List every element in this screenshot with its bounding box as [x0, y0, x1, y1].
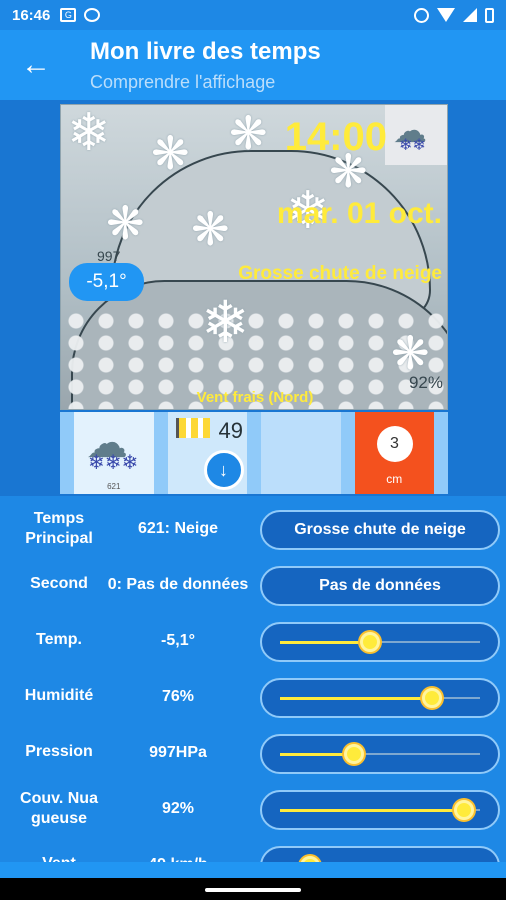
row-label: Temp. — [36, 631, 82, 648]
snowflake-icon: ❋ — [151, 127, 190, 179]
battery-icon — [485, 7, 494, 23]
parameter-row: Humidité 76% — [0, 674, 506, 730]
no-disturb-icon — [84, 8, 101, 22]
weather-preview: ☁ ❄❄ ❄ ❋ ❋ ❋ ❋ ❄ ❋ ❄ ❋ 14:00 mar. 01 oct… — [60, 104, 448, 410]
back-button[interactable]: ← — [18, 48, 54, 84]
home-handle[interactable] — [205, 888, 301, 892]
preview-description: Grosse chute de neige — [238, 263, 442, 284]
preview-time: 14:00 — [284, 115, 387, 159]
row-slider[interactable] — [260, 790, 500, 830]
preview-wind: Vent frais (Nord) — [196, 389, 314, 406]
snow-depth-unit: cm — [386, 472, 403, 486]
parameter-row: Pression 997HPa — [0, 730, 506, 786]
row-label: Couv. Nua gueuse — [20, 790, 98, 827]
status-time: 16:46 — [12, 6, 51, 24]
preview-pressure: 997 — [97, 248, 121, 264]
row-value: 0: Pas de données — [107, 576, 249, 593]
arrow-back-icon: ← — [21, 48, 51, 81]
weather-icon-tile: ☁ ❄❄❄ 621 — [74, 412, 154, 494]
snow-depth-value: 3 — [376, 426, 413, 462]
parameter-row: Temp. -5,1° — [0, 618, 506, 674]
page-subtitle: Comprendre l'affichage — [90, 72, 276, 92]
windsock-icon — [175, 418, 210, 438]
app-bar: ← Mon livre des temps Comprendre l'affic… — [0, 30, 506, 100]
parameter-list: Temps Principal 621: Neige Grosse chute de… — [0, 496, 506, 862]
page-title: Mon livre des temps — [90, 38, 321, 65]
row-value: 76% — [161, 688, 195, 705]
row-slider[interactable] — [260, 846, 500, 862]
row-value: 997HPa — [149, 744, 207, 761]
slider-thumb[interactable] — [454, 800, 474, 820]
icon-strip: ☁ ❄❄❄ 621 49 ↓ 3 cm — [60, 412, 448, 494]
parameter-row: Vent49 km/h — [0, 842, 506, 862]
snowflake-icon: ❄ — [67, 104, 111, 162]
empty-tile — [261, 412, 341, 494]
slider-thumb[interactable] — [422, 688, 442, 708]
signal-icon — [463, 8, 477, 22]
slider-fill — [280, 641, 370, 644]
parameter-row: Couv. Nua gueuse 92% — [0, 786, 506, 842]
snowflake-icon: ❄ — [201, 290, 250, 355]
row-value: 92% — [161, 800, 195, 817]
row-label: Second — [30, 575, 88, 592]
wifi-icon — [437, 8, 455, 22]
system-nav-bar — [0, 878, 506, 900]
preview-date: mar. 01 oct. — [276, 197, 442, 230]
slider-fill — [280, 753, 354, 756]
snowflake-icon: ❄❄❄ — [88, 452, 139, 474]
weather-code: 621 — [107, 482, 121, 491]
slider-thumb[interactable] — [360, 632, 380, 652]
snowflake-icon: ❋ — [229, 107, 268, 159]
parameter-row: Second 0: Pas de données Pas de données — [0, 562, 506, 618]
translate-icon: G — [60, 8, 77, 22]
row-label: Vent — [12, 854, 106, 862]
alarm-icon — [414, 7, 429, 23]
row-slider[interactable] — [260, 734, 500, 774]
row-option-button[interactable]: Pas de données — [260, 566, 500, 606]
wind-speed: 49 — [218, 418, 243, 443]
slider-fill — [280, 697, 432, 700]
row-slider[interactable] — [260, 622, 500, 662]
wind-icon-tile: 49 ↓ — [167, 412, 247, 494]
row-value: -5,1° — [161, 632, 195, 649]
slider-thumb[interactable] — [344, 744, 364, 764]
parameter-row: Temps Principal 621: Neige Grosse chute de… — [0, 506, 506, 562]
row-label: Humidité — [24, 687, 94, 704]
snowflake-icon: ❋ — [106, 197, 145, 249]
snow-depth-tile: 3 cm — [354, 412, 434, 494]
row-label: Pression — [25, 743, 93, 760]
status-bar: 16:46 G — [0, 0, 506, 30]
snowflake-icon: ❋ — [191, 203, 230, 255]
bottom-divider — [0, 862, 506, 878]
compass-icon: ↓ — [203, 450, 244, 490]
status-icons — [414, 7, 494, 23]
preview-temperature-badge: -5,1° — [69, 263, 144, 301]
slider-fill — [280, 809, 464, 812]
row-label: Temps Principal — [25, 510, 93, 547]
row-option-button[interactable]: Grosse chute de neige — [260, 510, 500, 550]
weather-thumbnail-icon: ☁ ❄❄ — [385, 105, 447, 165]
row-value: 621: Neige — [137, 520, 219, 537]
row-slider[interactable] — [260, 678, 500, 718]
snowflake-icon: ❋ — [391, 327, 430, 379]
